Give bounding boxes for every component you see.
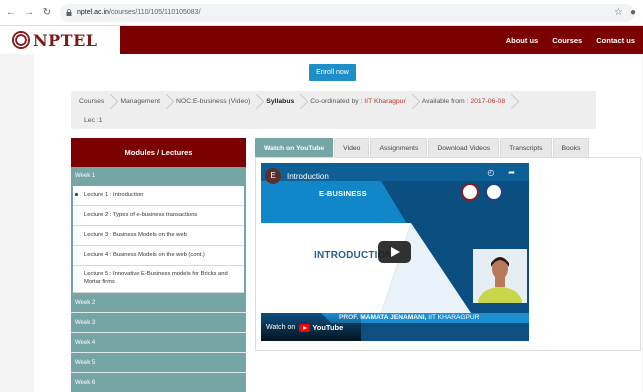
nptel-logo[interactable]: NPTEL (0, 26, 120, 54)
nptel-emblem-icon (12, 31, 30, 49)
browser-toolbar: ← → ↻ nptel.ac.in /courses/110/105/11010… (0, 0, 643, 26)
nav-courses[interactable]: Courses (552, 36, 582, 45)
youtube-embed[interactable]: E Introduction ◴ ➦ E-BUSINESS INTRODUCTI… (261, 163, 529, 341)
tab-books[interactable]: Books (552, 138, 590, 157)
crumb-available: Available from : 2017-06-08 (414, 94, 513, 110)
lecture-item[interactable]: Lecture 2 : Types of e-business transact… (73, 206, 244, 226)
bullet-icon (75, 193, 78, 196)
tab-transcripts[interactable]: Transcripts (500, 138, 552, 157)
crumb-coordinated: Co-ordinated by : IIT Kharagpur (302, 94, 413, 110)
site-header: NPTEL About us Courses Contact us (0, 26, 643, 54)
back-icon[interactable]: ← (4, 6, 18, 20)
iit-kharagpur-logo (461, 183, 479, 201)
lecture-item[interactable]: Lecture 3 : Business Models on the web (73, 226, 244, 246)
modules-sidebar: Modules / Lectures Week 1 Lecture 1 : In… (71, 138, 246, 392)
lecture-list: Lecture 1 : Introduction Lecture 2 : Typ… (71, 186, 246, 293)
lecture-number: Lec :1 (84, 117, 103, 124)
nav-about-us[interactable]: About us (506, 36, 539, 45)
week-2[interactable]: Week 2 (71, 293, 246, 313)
content-tabs: Watch on YouTube Video Assignments Downl… (255, 138, 590, 157)
crumb-syllabus: Syllabus (258, 94, 302, 110)
tab-video[interactable]: Video (334, 138, 370, 157)
institute-logo (485, 183, 503, 201)
bookmark-star-icon[interactable]: ☆ (614, 7, 623, 18)
address-bar[interactable]: nptel.ac.in /courses/110/105/110105083/ (60, 3, 635, 22)
week-6[interactable]: Week 6 (71, 373, 246, 392)
profile-icon[interactable]: ● (627, 7, 639, 19)
lecture-item[interactable]: Lecture 4 : Business Models on the web (… (73, 246, 244, 266)
week-4[interactable]: Week 4 (71, 333, 246, 353)
crumb-management[interactable]: Management (112, 94, 168, 110)
url-path: /courses/110/105/110105083/ (108, 9, 201, 16)
watch-later-icon[interactable]: ◴ (487, 168, 494, 177)
week-3[interactable]: Week 3 (71, 313, 246, 333)
reload-icon[interactable]: ↻ (40, 6, 54, 20)
slide-heading: E-BUSINESS (319, 189, 367, 198)
lecture-item[interactable]: Lecture 5 : Innovative E-Business models… (73, 266, 244, 293)
url-host: nptel.ac.in (77, 9, 109, 16)
breadcrumb: Courses Management NOC:E-business (Video… (71, 91, 596, 129)
lock-icon (66, 9, 72, 16)
youtube-play-icon (299, 323, 311, 332)
week-1[interactable]: Week 1 (71, 167, 246, 186)
sidebar-title: Modules / Lectures (71, 138, 246, 167)
tab-watch-youtube[interactable]: Watch on YouTube (255, 138, 334, 157)
top-nav: About us Courses Contact us (492, 26, 635, 54)
coordinator-value: IIT Kharagpur (364, 98, 406, 105)
crumb-courses[interactable]: Courses (71, 94, 112, 110)
watch-on-label: Watch on (266, 324, 296, 331)
tab-download-videos[interactable]: Download Videos (428, 138, 500, 157)
crumb-course[interactable]: NOC:E-business (Video) (168, 94, 258, 110)
week-5[interactable]: Week 5 (71, 353, 246, 373)
lecture-item[interactable]: Lecture 1 : Introduction (73, 186, 244, 206)
video-title[interactable]: Introduction (287, 172, 329, 181)
presenter-image (473, 249, 527, 303)
youtube-logo: YouTube (299, 323, 343, 332)
brand-name: NPTEL (33, 30, 98, 50)
share-icon[interactable]: ➦ (508, 168, 515, 177)
available-date: 2017-06-08 (470, 98, 506, 105)
play-button[interactable] (378, 241, 411, 263)
channel-avatar[interactable]: E (265, 168, 281, 184)
nav-contact-us[interactable]: Contact us (596, 36, 635, 45)
enroll-button[interactable]: Enroll now (309, 64, 356, 81)
forward-icon[interactable]: → (22, 6, 36, 20)
tab-assignments[interactable]: Assignments (370, 138, 428, 157)
watch-on-youtube[interactable]: Watch on YouTube (266, 323, 343, 332)
